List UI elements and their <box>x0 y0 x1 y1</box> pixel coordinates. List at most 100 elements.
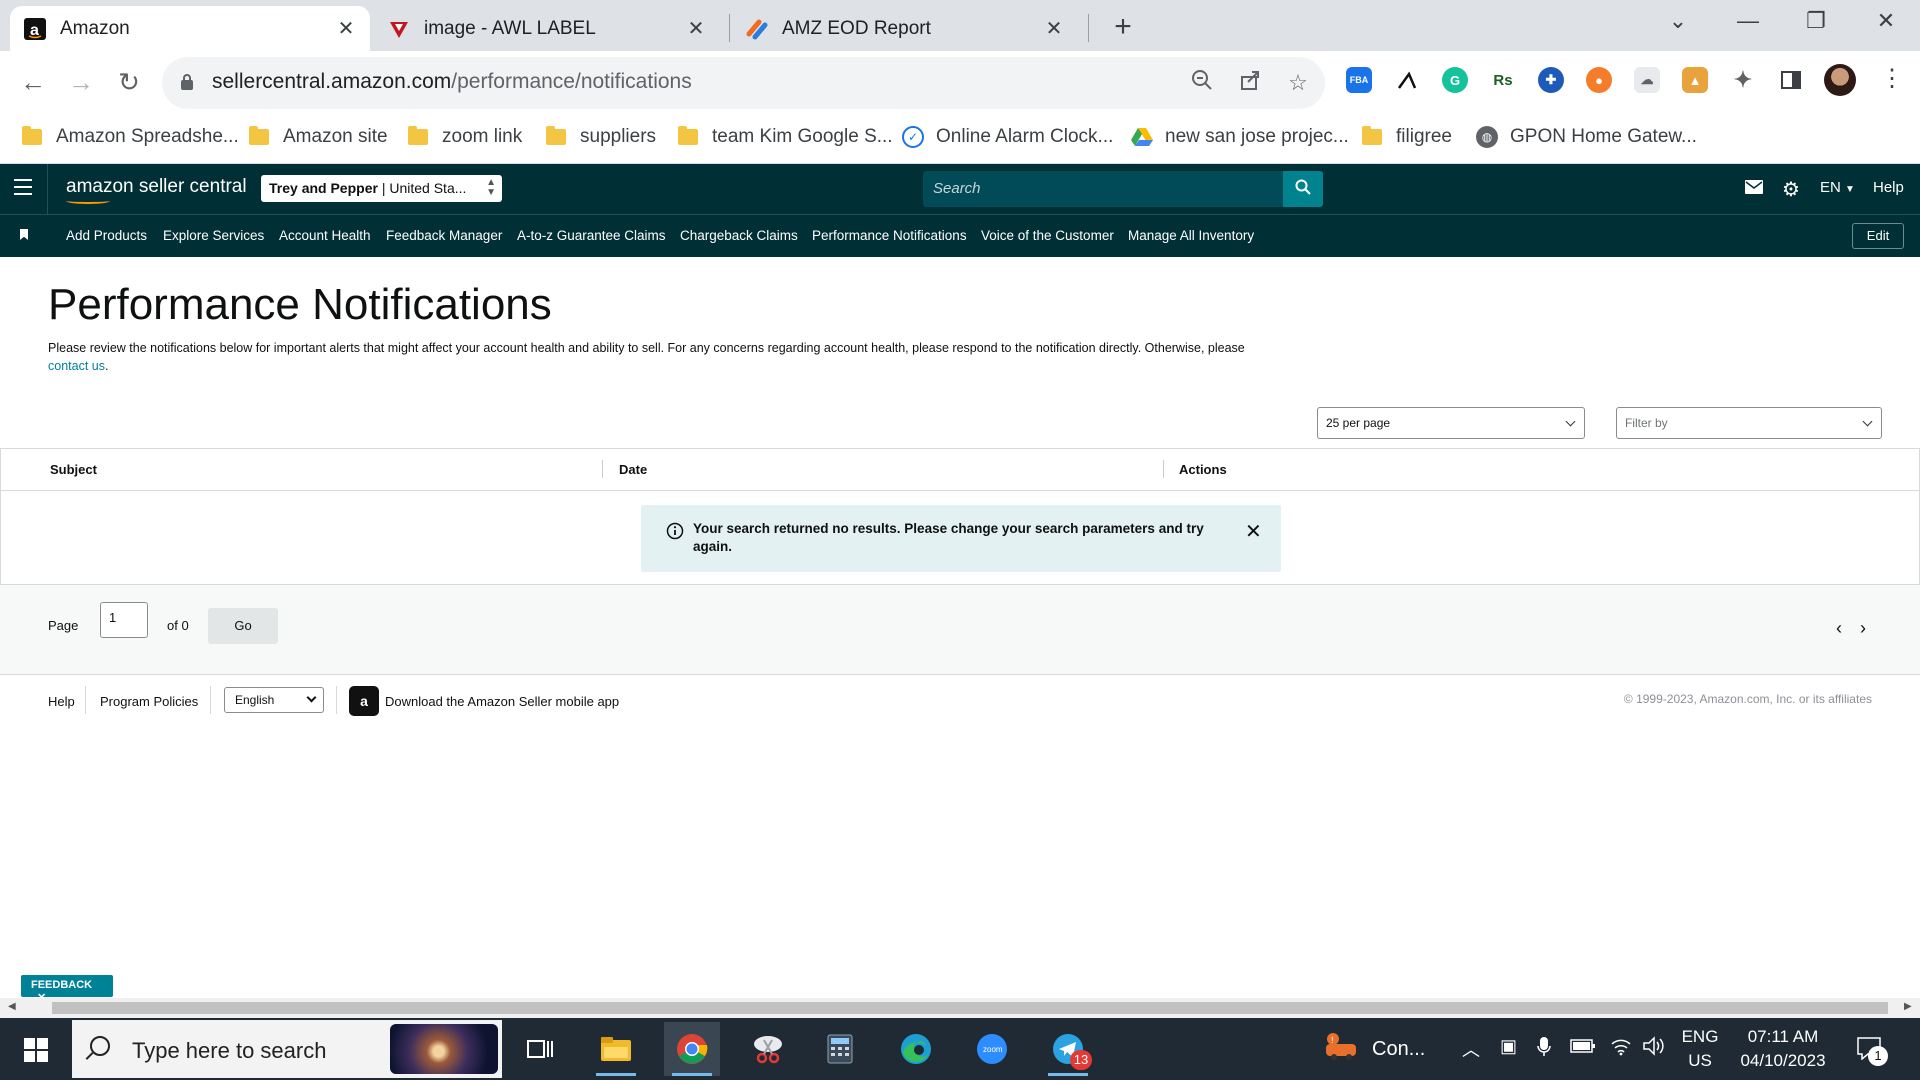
previous-page-icon[interactable]: ‹ <box>1836 618 1842 639</box>
mail-icon[interactable] <box>1745 180 1763 198</box>
search-button[interactable] <box>1283 171 1323 207</box>
browser-menu-icon[interactable]: ⋮ <box>1880 64 1904 93</box>
close-alert-icon[interactable]: ✕ <box>1245 519 1262 544</box>
next-page-icon[interactable]: › <box>1860 618 1866 639</box>
fba-extension-icon[interactable]: FBA <box>1346 67 1372 93</box>
horizontal-scrollbar[interactable]: ◀ ▶ <box>0 998 1920 1018</box>
tab-amazon[interactable]: a Amazon ✕ <box>10 6 370 51</box>
battery-icon[interactable] <box>1570 1038 1596 1059</box>
bookmark-item[interactable]: ✓ Online Alarm Clock... <box>902 126 1113 148</box>
close-tab-icon[interactable]: ✕ <box>336 16 356 41</box>
nav-account-health[interactable]: Account Health <box>279 228 371 243</box>
microphone-icon[interactable] <box>1536 1036 1552 1063</box>
go-button[interactable]: Go <box>208 608 278 644</box>
store-selector[interactable]: Trey and Pepper | United Sta... ▲ ▼ <box>261 175 502 202</box>
bookmark-item[interactable]: ◍ GPON Home Gatew... <box>1476 126 1697 148</box>
back-arrow-icon[interactable]: ← <box>16 65 50 99</box>
seller-central-logo[interactable]: amazon seller central <box>66 176 247 204</box>
language-indicator[interactable]: ENG US <box>1680 1027 1720 1071</box>
seller-app-icon[interactable]: a <box>349 686 379 716</box>
notifications-icon[interactable]: 1 <box>1856 1036 1888 1066</box>
nav-explore-services[interactable]: Explore Services <box>163 228 264 243</box>
feedback-tab[interactable]: FEEDBACK ✕ <box>21 975 113 1004</box>
cloud-extension-icon[interactable]: ☁ <box>1634 67 1660 93</box>
calculator-icon[interactable] <box>812 1022 868 1076</box>
task-view-icon[interactable] <box>512 1022 568 1076</box>
profile-avatar[interactable] <box>1824 64 1856 96</box>
nav-voice-of-customer[interactable]: Voice of the Customer <box>981 228 1114 243</box>
show-hidden-icons-chevron-icon[interactable]: ︿ <box>1462 1036 1480 1062</box>
nav-feedback-manager[interactable]: Feedback Manager <box>386 228 502 243</box>
edit-nav-button[interactable]: Edit <box>1852 223 1904 249</box>
help-link[interactable]: Help <box>1873 179 1904 196</box>
helium-extension-icon[interactable] <box>1394 67 1420 93</box>
orange-circle-extension-icon[interactable]: ● <box>1586 67 1612 93</box>
per-page-select[interactable]: 25 per page <box>1317 407 1585 439</box>
column-header-subject[interactable]: Subject <box>50 462 97 477</box>
bookmark-item[interactable]: Amazon site <box>249 126 388 148</box>
tab-awl-label[interactable]: image - AWL LABEL ✕ <box>374 6 720 51</box>
warning-app-icon[interactable]: ! <box>1324 1032 1358 1067</box>
nav-manage-inventory[interactable]: Manage All Inventory <box>1128 228 1254 243</box>
rs-extension-icon[interactable]: Rs <box>1490 67 1516 93</box>
file-explorer-icon[interactable] <box>588 1022 644 1076</box>
new-tab-plus-icon[interactable]: + <box>1108 10 1138 44</box>
bookmark-ribbon-icon[interactable] <box>20 229 28 240</box>
meet-now-icon[interactable]: ▣ <box>1500 1036 1517 1057</box>
bookmark-item[interactable]: zoom link <box>408 126 522 148</box>
volume-icon[interactable] <box>1642 1036 1666 1061</box>
extensions-puzzle-icon[interactable]: ✦ <box>1730 67 1756 93</box>
minimize-icon[interactable]: — <box>1728 8 1768 34</box>
bookmark-item[interactable]: team Kim Google S... <box>678 126 893 148</box>
tray-app-label[interactable]: Con... <box>1372 1038 1425 1061</box>
nav-performance-notifications[interactable]: Performance Notifications <box>812 228 967 243</box>
restore-icon[interactable]: ❐ <box>1796 8 1836 34</box>
grammarly-extension-icon[interactable]: G <box>1442 67 1468 93</box>
taskbar-search-box[interactable]: Type here to search <box>72 1020 502 1078</box>
nav-chargeback-claims[interactable]: Chargeback Claims <box>680 228 798 243</box>
tab-search-chevron-icon[interactable]: ⌄ <box>1658 8 1698 34</box>
seller-search-input[interactable]: Search <box>923 171 1283 207</box>
reload-icon[interactable]: ↻ <box>112 65 146 99</box>
language-selector[interactable]: EN ▼ <box>1820 179 1855 196</box>
nav-a-to-z-claims[interactable]: A-to-z Guarantee Claims <box>517 228 666 243</box>
zoom-icon[interactable] <box>1188 69 1216 97</box>
bookmark-star-icon[interactable]: ☆ <box>1284 69 1312 97</box>
url-bar[interactable]: sellercentral.amazon.com/performance/not… <box>162 57 1325 109</box>
page-number-input[interactable]: 1 <box>100 602 148 638</box>
bookmark-item[interactable]: filigree <box>1362 126 1452 148</box>
bookmark-item[interactable]: new san jose projec... <box>1131 126 1349 148</box>
program-policies-link[interactable]: Program Policies <box>100 694 198 709</box>
contact-us-link[interactable]: contact us <box>48 359 105 373</box>
scrollbar-thumb[interactable] <box>52 1002 1888 1014</box>
close-tab-icon[interactable]: ✕ <box>1044 16 1064 41</box>
windows-start-icon[interactable] <box>24 1038 48 1062</box>
column-header-date[interactable]: Date <box>619 462 647 477</box>
close-tab-icon[interactable]: ✕ <box>686 16 706 41</box>
footer-help-link[interactable]: Help <box>48 694 75 709</box>
snipping-tool-icon[interactable] <box>740 1022 796 1076</box>
clock[interactable]: 07:11 AM 04/10/2023 <box>1728 1027 1838 1071</box>
zoom-app-icon[interactable]: zoom <box>964 1022 1020 1076</box>
filter-select[interactable]: Filter by <box>1616 407 1882 439</box>
bookmark-item[interactable]: suppliers <box>546 126 656 148</box>
settings-gear-icon[interactable]: ⚙ <box>1782 177 1800 202</box>
bookmark-item[interactable]: Amazon Spreadshe... <box>22 126 239 148</box>
edge-browser-icon[interactable] <box>888 1022 944 1076</box>
close-window-icon[interactable]: ✕ <box>1866 8 1906 34</box>
hamburger-menu-icon[interactable] <box>14 179 32 200</box>
nav-add-products[interactable]: Add Products <box>66 228 147 243</box>
telegram-app-icon[interactable]: 13 <box>1040 1022 1096 1076</box>
tab-amz-eod-report[interactable]: AMZ EOD Report ✕ <box>732 6 1078 51</box>
scroll-left-icon[interactable]: ◀ <box>8 1001 16 1012</box>
side-panel-icon[interactable] <box>1778 67 1804 93</box>
honey-extension-icon[interactable]: ▲ <box>1682 67 1708 93</box>
share-icon[interactable] <box>1236 69 1264 97</box>
chrome-taskbar-icon[interactable] <box>664 1022 720 1076</box>
forward-arrow-icon[interactable]: → <box>64 65 98 99</box>
wifi-icon[interactable] <box>1610 1036 1632 1061</box>
scroll-right-icon[interactable]: ▶ <box>1904 1001 1912 1012</box>
blue-gear-extension-icon[interactable]: ✚ <box>1538 67 1564 93</box>
footer-language-select[interactable]: English <box>224 687 324 713</box>
download-app-link[interactable]: Download the Amazon Seller mobile app <box>385 694 619 709</box>
